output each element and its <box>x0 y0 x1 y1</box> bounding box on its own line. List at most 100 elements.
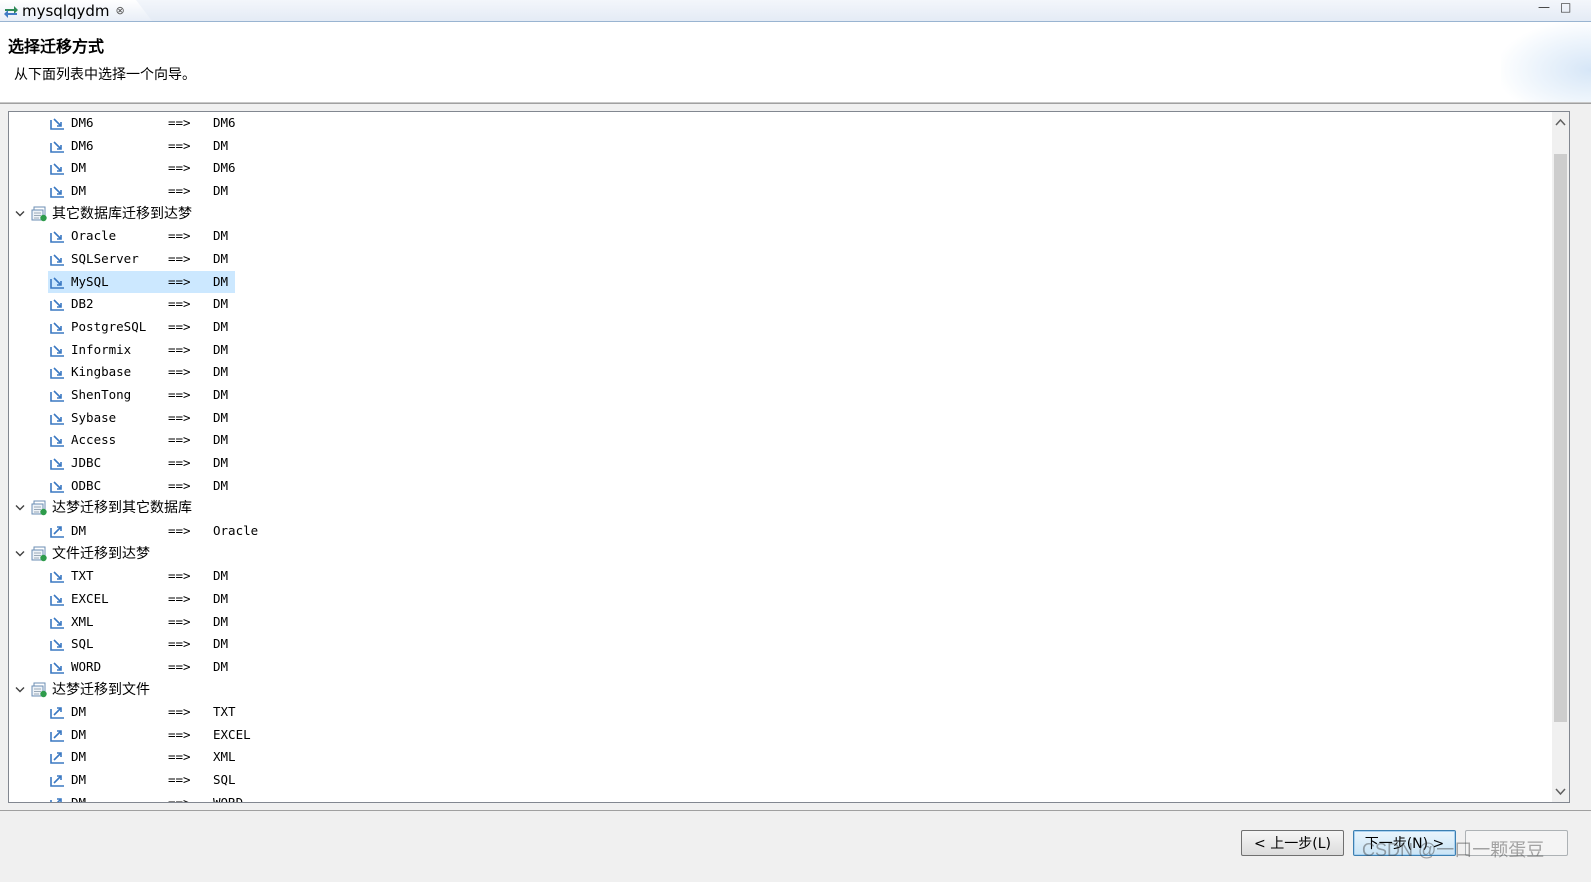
expand-chevron-icon[interactable] <box>15 543 27 565</box>
arrow-label: ==> <box>168 568 191 584</box>
source-label: Oracle <box>71 228 117 244</box>
tree-category[interactable]: 达梦迁移到文件 <box>9 679 1549 701</box>
source-label: DM <box>71 726 87 742</box>
import-arrow-icon <box>50 252 66 267</box>
source-label: ODBC <box>71 477 102 493</box>
import-arrow-icon <box>50 116 66 131</box>
tree-item[interactable]: DM ==> DM6 <box>9 157 1549 179</box>
import-arrow-icon <box>50 479 66 494</box>
target-label: DM <box>213 228 229 244</box>
tree-item[interactable]: EXCEL ==> DM <box>9 588 1549 610</box>
import-arrow-icon <box>50 615 66 630</box>
export-arrow-icon <box>50 796 66 802</box>
import-arrow-icon <box>50 637 66 652</box>
source-label: DM <box>71 704 87 720</box>
editor-tab[interactable]: mysqlqydm ⊗ <box>0 0 152 21</box>
tree-item[interactable]: DM ==> WORD <box>9 792 1549 803</box>
tree-item[interactable]: SQLServer ==> DM <box>9 248 1549 270</box>
tree-item[interactable]: WORD ==> DM <box>9 656 1549 678</box>
arrow-label: ==> <box>168 115 191 130</box>
arrow-label: ==> <box>168 250 191 266</box>
wizard-category-icon <box>31 206 48 222</box>
tree-category[interactable]: 其它数据库迁移到达梦 <box>9 203 1549 225</box>
tree-category[interactable]: 文件迁移到达梦 <box>9 543 1549 565</box>
expand-chevron-icon[interactable] <box>15 497 27 519</box>
tree-item[interactable]: MySQL ==> DM <box>9 270 1549 293</box>
tree-item[interactable]: Kingbase ==> DM <box>9 361 1549 383</box>
arrow-label: ==> <box>168 341 191 357</box>
tree-item[interactable]: ShenTong ==> DM <box>9 384 1549 406</box>
tree-item[interactable]: TXT ==> DM <box>9 565 1549 587</box>
target-label: DM <box>213 477 229 493</box>
tree-item[interactable]: DM ==> SQL <box>9 769 1549 791</box>
tree-item[interactable]: Sybase ==> DM <box>9 407 1549 429</box>
import-arrow-icon <box>50 229 66 244</box>
close-icon[interactable]: ⊗ <box>116 4 125 17</box>
maximize-icon[interactable]: □ <box>1560 0 1571 14</box>
target-label: DM <box>213 318 229 334</box>
migration-icon <box>3 4 19 18</box>
target-label: DM <box>213 273 229 289</box>
tree-item[interactable]: DM6 ==> DM <box>9 135 1549 157</box>
arrow-label: ==> <box>168 182 191 198</box>
import-arrow-icon <box>50 365 66 380</box>
minimize-icon[interactable]: — <box>1538 0 1550 14</box>
source-label: DB2 <box>71 296 94 312</box>
tree-item[interactable]: ODBC ==> DM <box>9 475 1549 497</box>
tree-category[interactable]: 达梦迁移到其它数据库 <box>9 497 1549 519</box>
tree-item[interactable]: DM6 ==> DM6 <box>9 112 1549 134</box>
tree-item[interactable]: DM ==> TXT <box>9 701 1549 723</box>
wizard-tree[interactable]: DM6 ==> DM6 DM6 ==> DM DM ==> DM6 DM ==> DM 其它数据库迁移到… <box>8 111 1570 803</box>
expand-chevron-icon[interactable] <box>15 203 27 225</box>
source-label: MySQL <box>71 273 109 289</box>
scroll-up-icon[interactable] <box>1552 114 1569 131</box>
import-arrow-icon <box>50 388 66 403</box>
source-label: Informix <box>71 341 132 357</box>
source-label: WORD <box>71 658 102 674</box>
tree-item[interactable]: DM ==> XML <box>9 746 1549 768</box>
tree-item[interactable]: SQL ==> DM <box>9 633 1549 655</box>
scrollbar-thumb[interactable] <box>1554 154 1567 722</box>
source-label: Access <box>71 432 117 448</box>
tree-item[interactable]: Informix ==> DM <box>9 339 1549 361</box>
import-arrow-icon <box>50 660 66 675</box>
tree-item[interactable]: Access ==> DM <box>9 429 1549 451</box>
expand-chevron-icon[interactable] <box>15 679 27 701</box>
target-label: DM <box>213 613 229 629</box>
target-label: DM6 <box>213 115 236 130</box>
import-arrow-icon <box>50 411 66 426</box>
tree-item[interactable]: DB2 ==> DM <box>9 293 1549 315</box>
header-divider <box>0 103 1591 104</box>
source-label: SQLServer <box>71 250 139 266</box>
arrow-label: ==> <box>168 794 191 803</box>
scroll-down-icon[interactable] <box>1552 783 1569 800</box>
import-arrow-icon <box>50 297 66 312</box>
arrow-label: ==> <box>168 477 191 493</box>
category-label: 达梦迁移到其它数据库 <box>52 500 192 517</box>
arrow-label: ==> <box>168 137 191 153</box>
target-label: SQL <box>213 772 236 788</box>
tree-item[interactable]: PostgreSQL ==> DM <box>9 316 1549 338</box>
import-arrow-icon <box>50 161 66 176</box>
arrow-label: ==> <box>168 160 191 176</box>
tree-item[interactable]: DM ==> EXCEL <box>9 724 1549 746</box>
target-label: DM <box>213 636 229 652</box>
source-label: XML <box>71 613 94 629</box>
arrow-label: ==> <box>168 386 191 402</box>
import-arrow-icon <box>50 569 66 584</box>
target-label: DM <box>213 364 229 380</box>
arrow-label: ==> <box>168 273 191 289</box>
vertical-scrollbar[interactable] <box>1552 112 1569 802</box>
tree-item[interactable]: Oracle ==> DM <box>9 225 1549 247</box>
target-label: DM <box>213 341 229 357</box>
tree-item[interactable]: DM ==> Oracle <box>9 520 1549 542</box>
arrow-label: ==> <box>168 454 191 470</box>
tree-item[interactable]: DM ==> DM <box>9 180 1549 202</box>
page-title: 选择迁移方式 <box>8 37 105 56</box>
source-label: DM <box>71 522 87 538</box>
back-button[interactable]: < 上一步(L) <box>1241 830 1344 856</box>
tree-item[interactable]: JDBC ==> DM <box>9 452 1549 474</box>
editor-tab-bar: mysqlqydm ⊗ — □ <box>0 0 1591 22</box>
source-label: TXT <box>71 568 94 584</box>
tree-item[interactable]: XML ==> DM <box>9 611 1549 633</box>
